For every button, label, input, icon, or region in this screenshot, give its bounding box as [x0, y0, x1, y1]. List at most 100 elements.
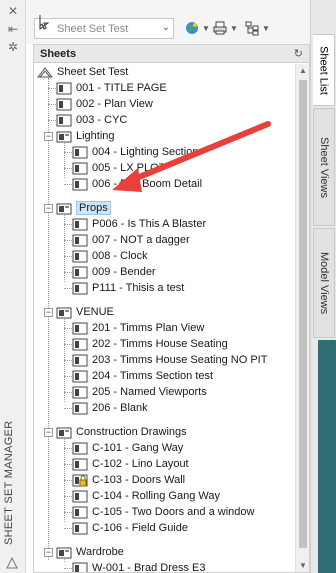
sheet-icon — [72, 338, 88, 350]
properties-icon[interactable]: ✲ — [6, 40, 20, 54]
subset-construction-drawings[interactable]: − Construction Drawings — [44, 424, 187, 440]
sheet-item[interactable]: 204 - Timms Section test — [72, 368, 213, 384]
subset-lighting[interactable]: − Lighting — [44, 128, 115, 144]
subset-label: Construction Drawings — [76, 426, 187, 438]
sheet-item[interactable]: C-106 - Field Guide — [72, 520, 188, 536]
sheet-item[interactable]: 206 - Blank — [72, 400, 148, 416]
sheet-icon — [72, 442, 88, 454]
sheet-item-label: C-106 - Field Guide — [92, 522, 188, 534]
sheet-item-label: 002 - Plan View — [76, 98, 153, 110]
sheet-set-dropdown-value: Sheet Set Test — [57, 23, 129, 35]
scroll-thumb[interactable] — [299, 80, 307, 548]
sheets-panel: Sheets ↻ Sheet Set Test 001 - TITLE PAGE… — [33, 44, 310, 573]
sheet-item-label: C-105 - Two Doors and a window — [92, 506, 255, 518]
sheet-icon — [56, 82, 72, 94]
subset-venue[interactable]: − VENUE — [44, 304, 114, 320]
sheet-icon — [72, 386, 88, 398]
tab-model-views[interactable]: Model Views — [313, 228, 335, 338]
subset-folder-icon — [56, 427, 72, 438]
sheet-item-label: 204 - Timms Section test — [92, 370, 214, 382]
collapse-toggle[interactable]: − — [44, 203, 53, 213]
drawing-background — [318, 340, 336, 573]
layout-tree-icon — [245, 21, 259, 36]
collapse-toggle[interactable]: − — [44, 307, 53, 317]
sheet-item[interactable]: 008 - Clock — [72, 248, 148, 264]
sheet-icon — [72, 250, 88, 262]
auto-hide-icon[interactable]: ⇤ — [6, 22, 20, 36]
sheet-item[interactable]: 202 - Timms House Seating — [72, 336, 228, 352]
palette-header: Sheet Set Test ⌄ ▼ ▼ ▼ — [26, 0, 310, 44]
subset-props[interactable]: − Props — [44, 200, 111, 216]
sheet-item-label: 202 - Timms House Seating — [92, 338, 228, 350]
sheet-item[interactable]: 006 - Box Boom Detail — [72, 176, 202, 192]
tree-scrollbar[interactable]: ▲ ▼ — [295, 64, 309, 572]
collapse-toggle[interactable]: − — [44, 547, 53, 557]
sheet-item-label: 001 - TITLE PAGE — [76, 82, 167, 94]
sheet-item[interactable]: 005 - LX PLOT — [72, 160, 165, 176]
sheet-set-dropdown[interactable]: Sheet Set Test ⌄ — [34, 15, 174, 39]
subset-wardrobe[interactable]: − Wardrobe — [44, 544, 124, 560]
sheet-item-label: 007 - NOT a dagger — [92, 234, 190, 246]
sheet-item[interactable]: 003 - CYC — [56, 112, 127, 128]
sheet-item-label: W-001 - Brad Dress E3 — [92, 562, 206, 572]
refresh-icon[interactable]: ↻ — [294, 47, 303, 60]
subset-folder-icon — [56, 307, 72, 318]
close-icon[interactable]: ✕ — [6, 4, 20, 18]
collapse-toggle[interactable]: − — [44, 131, 53, 141]
sheet-icon — [72, 402, 88, 414]
sheet-item[interactable]: 007 - NOT a dagger — [72, 232, 190, 248]
sheet-item[interactable]: C-102 - Lino Layout — [72, 456, 189, 472]
tab-sheet-views[interactable]: Sheet Views — [313, 108, 335, 226]
subset-label: VENUE — [76, 306, 114, 318]
sheet-item[interactable]: W-001 - Brad Dress E3 — [72, 560, 206, 572]
tree-root[interactable]: Sheet Set Test — [37, 64, 128, 80]
subset-folder-icon — [56, 131, 72, 142]
sheet-icon — [72, 562, 88, 572]
sheets-panel-header: Sheets ↻ — [34, 45, 309, 63]
sheet-icon — [72, 354, 88, 366]
scroll-up-icon[interactable]: ▲ — [299, 66, 307, 75]
sheet-item-label: 009 - Bender — [92, 266, 156, 278]
sheet-tree: Sheet Set Test 001 - TITLE PAGE 002 - Pl… — [34, 64, 296, 572]
sheet-item[interactable]: 009 - Bender — [72, 264, 156, 280]
sheet-item[interactable]: 203 - Timms House Seating NO PIT — [72, 352, 267, 368]
sheet-icon — [72, 322, 88, 334]
sheet-icon — [72, 146, 88, 158]
chevron-down-icon: ⌄ — [161, 22, 170, 33]
publish-button[interactable]: ▼ — [212, 18, 238, 38]
sheet-icon — [72, 234, 88, 246]
publish-options-button[interactable]: ▼ — [184, 18, 210, 38]
sheet-item-label: P006 - Is This A Blaster — [92, 218, 207, 230]
sheet-icon — [72, 458, 88, 470]
globe-icon — [186, 22, 198, 34]
sheet-item[interactable]: 001 - TITLE PAGE — [56, 80, 167, 96]
sheet-item-label: 203 - Timms House Seating NO PIT — [92, 354, 268, 366]
sheet-set-icon — [37, 66, 53, 77]
sheet-item[interactable]: C-103 - Doors Wall — [72, 472, 185, 488]
sheet-item-label: C-104 - Rolling Gang Way — [92, 490, 220, 502]
sheet-icon — [72, 370, 88, 382]
sheet-icon — [56, 114, 72, 126]
sheet-set-manager-icon — [6, 556, 18, 569]
sheet-icon — [56, 98, 72, 110]
sheet-item[interactable]: 201 - Timms Plan View — [72, 320, 204, 336]
sheet-item-label: 206 - Blank — [92, 402, 148, 414]
sheet-icon — [72, 506, 88, 518]
scroll-down-icon[interactable]: ▼ — [299, 561, 307, 570]
sheet-item[interactable]: C-105 - Two Doors and a window — [72, 504, 254, 520]
layout-options-button[interactable]: ▼ — [244, 18, 270, 38]
sheet-item[interactable]: C-104 - Rolling Gang Way — [72, 488, 220, 504]
tab-sheet-list[interactable]: Sheet List — [313, 34, 335, 106]
collapse-toggle[interactable]: − — [44, 427, 53, 437]
sheet-item[interactable]: 205 - Named Viewports — [72, 384, 207, 400]
sheet-icon — [72, 282, 88, 294]
sheet-item[interactable]: P111 - Thisis a test — [72, 280, 184, 296]
sheet-item-label: 008 - Clock — [92, 250, 148, 262]
sheet-item[interactable]: P006 - Is This A Blaster — [72, 216, 206, 232]
sheet-item-label: P111 - Thisis a test — [92, 282, 185, 294]
sheet-item[interactable]: 004 - Lighting Section — [72, 144, 198, 160]
sheet-item-label: 201 - Timms Plan View — [92, 322, 205, 334]
sheet-item[interactable]: C-101 - Gang Way — [72, 440, 183, 456]
subset-label: Wardrobe — [76, 546, 124, 558]
sheet-item[interactable]: 002 - Plan View — [56, 96, 153, 112]
